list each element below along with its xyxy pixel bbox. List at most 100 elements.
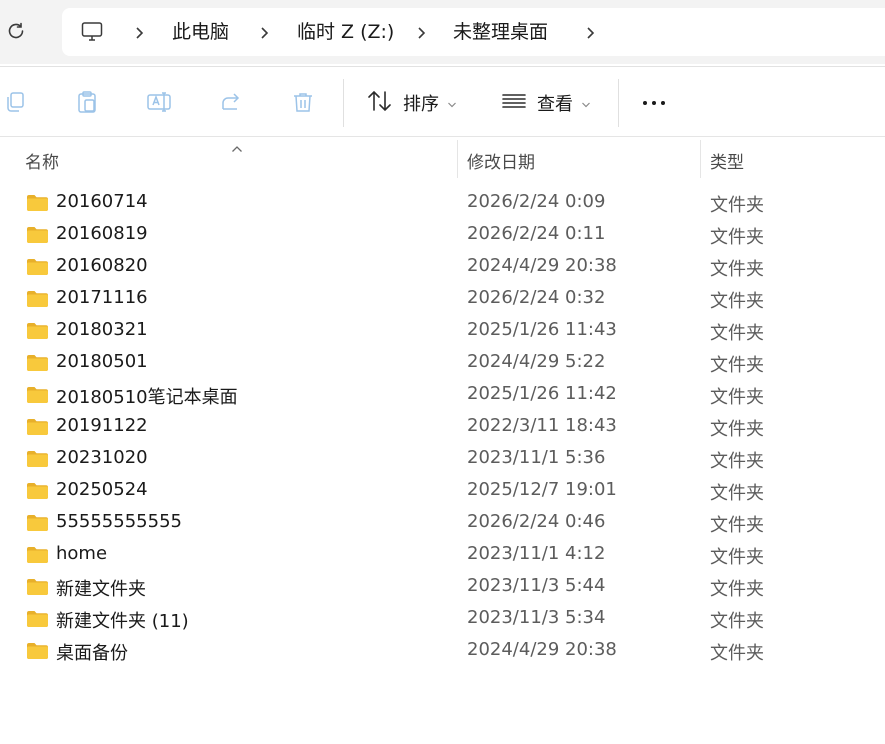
file-name: 20160820 (56, 255, 148, 276)
column-header-type[interactable]: 类型 (710, 148, 744, 173)
file-name: 新建文件夹 (11) (56, 611, 189, 632)
address-bar-area: 此电脑 临时 Z (Z:) 未整理桌面 (0, 0, 885, 64)
sort-icon (367, 89, 393, 117)
share-icon[interactable] (218, 89, 244, 115)
file-row[interactable]: 20191122 2022/3/11 18:43 文件夹 (0, 411, 885, 443)
file-name: 20231020 (56, 447, 148, 468)
file-date: 2023/11/3 5:44 (467, 575, 606, 596)
folder-icon (26, 642, 49, 664)
divider (0, 136, 885, 137)
file-row[interactable]: 20160819 2026/2/24 0:11 文件夹 (0, 219, 885, 251)
file-name: home (56, 543, 108, 564)
file-row[interactable]: 20160714 2026/2/24 0:09 文件夹 (0, 187, 885, 219)
chevron-down-icon (447, 94, 457, 113)
file-type: 文件夹 (710, 483, 764, 504)
file-date: 2026/2/24 0:11 (467, 223, 606, 244)
file-name: 20160714 (56, 191, 148, 212)
file-type: 文件夹 (710, 323, 764, 344)
file-name: 20180321 (56, 319, 148, 340)
chevron-right-icon[interactable] (416, 25, 428, 39)
file-row[interactable]: 20180321 2025/1/26 11:43 文件夹 (0, 315, 885, 347)
file-type: 文件夹 (710, 355, 764, 376)
file-type: 文件夹 (710, 451, 764, 472)
file-name: 20180510笔记本桌面 (56, 387, 238, 408)
computer-icon[interactable] (80, 20, 104, 48)
toolbar-divider (618, 79, 619, 127)
file-type: 文件夹 (710, 515, 764, 536)
file-type: 文件夹 (710, 419, 764, 440)
file-row[interactable]: 20250524 2025/12/7 19:01 文件夹 (0, 475, 885, 507)
folder-icon (26, 578, 49, 600)
column-header-name[interactable]: 名称 (25, 148, 59, 173)
column-divider[interactable] (457, 140, 458, 178)
rename-icon[interactable] (146, 89, 172, 115)
file-date: 2026/2/24 0:32 (467, 287, 606, 308)
sort-label: 排序 (403, 94, 439, 115)
folder-icon (26, 418, 49, 440)
file-row[interactable]: 20171116 2026/2/24 0:32 文件夹 (0, 283, 885, 315)
paste-icon[interactable] (74, 89, 100, 115)
view-button[interactable]: 查看 (501, 89, 591, 117)
delete-icon[interactable] (290, 89, 316, 115)
file-date: 2022/3/11 18:43 (467, 415, 617, 436)
folder-icon (26, 290, 49, 312)
file-type: 文件夹 (710, 579, 764, 600)
command-bar: 排序 查看 (0, 67, 885, 137)
file-row[interactable]: 20180501 2024/4/29 5:22 文件夹 (0, 347, 885, 379)
view-label: 查看 (537, 94, 573, 115)
file-date: 2026/2/24 0:09 (467, 191, 606, 212)
file-name: 20160819 (56, 223, 148, 244)
chevron-right-icon[interactable] (585, 25, 597, 39)
toolbar-divider (343, 79, 344, 127)
file-list: 20160714 2026/2/24 0:09 文件夹 20160819 2026/2/… (0, 187, 885, 667)
file-type: 文件夹 (710, 611, 764, 632)
file-date: 2024/4/29 20:38 (467, 255, 617, 276)
breadcrumb-this-pc[interactable]: 此电脑 (172, 20, 229, 44)
file-name: 20191122 (56, 415, 148, 436)
file-name: 20250524 (56, 479, 148, 500)
file-date: 2023/11/1 5:36 (467, 447, 606, 468)
file-row[interactable]: 20160820 2024/4/29 20:38 文件夹 (0, 251, 885, 283)
sort-button[interactable]: 排序 (367, 89, 457, 117)
column-header-date[interactable]: 修改日期 (467, 148, 535, 173)
folder-icon (26, 354, 49, 376)
folder-icon (26, 194, 49, 216)
folder-icon (26, 482, 49, 504)
file-name: 55555555555 (56, 511, 182, 532)
more-icon[interactable] (643, 101, 665, 105)
file-row[interactable]: 新建文件夹 2023/11/3 5:44 文件夹 (0, 571, 885, 603)
file-row[interactable]: 20231020 2023/11/1 5:36 文件夹 (0, 443, 885, 475)
breadcrumb-current-folder[interactable]: 未整理桌面 (453, 20, 548, 44)
file-date: 2024/4/29 5:22 (467, 351, 606, 372)
folder-icon (26, 610, 49, 632)
chevron-right-icon[interactable] (259, 25, 271, 39)
address-bar[interactable]: 此电脑 临时 Z (Z:) 未整理桌面 (62, 8, 885, 56)
file-type: 文件夹 (710, 227, 764, 248)
folder-icon (26, 258, 49, 280)
folder-icon (26, 450, 49, 472)
sort-ascending-icon (231, 138, 243, 157)
column-divider[interactable] (700, 140, 701, 178)
file-row[interactable]: 20180510笔记本桌面 2025/1/26 11:42 文件夹 (0, 379, 885, 411)
file-row[interactable]: 桌面备份 2024/4/29 20:38 文件夹 (0, 635, 885, 667)
folder-icon (26, 226, 49, 248)
file-type: 文件夹 (710, 195, 764, 216)
file-date: 2026/2/24 0:46 (467, 511, 606, 532)
folder-icon (26, 386, 49, 408)
refresh-icon[interactable] (4, 19, 28, 43)
file-name: 20180501 (56, 351, 148, 372)
breadcrumb-drive-z[interactable]: 临时 Z (Z:) (297, 20, 394, 44)
file-type: 文件夹 (710, 643, 764, 664)
file-date: 2025/1/26 11:43 (467, 319, 617, 340)
file-name: 20171116 (56, 287, 148, 308)
copy-icon[interactable] (2, 89, 28, 115)
file-type: 文件夹 (710, 387, 764, 408)
chevron-right-icon[interactable] (134, 25, 146, 39)
file-date: 2025/1/26 11:42 (467, 383, 617, 404)
file-row[interactable]: home 2023/11/1 4:12 文件夹 (0, 539, 885, 571)
file-date: 2025/12/7 19:01 (467, 479, 617, 500)
folder-icon (26, 514, 49, 536)
file-row[interactable]: 55555555555 2026/2/24 0:46 文件夹 (0, 507, 885, 539)
file-row[interactable]: 新建文件夹 (11) 2023/11/3 5:34 文件夹 (0, 603, 885, 635)
file-type: 文件夹 (710, 291, 764, 312)
